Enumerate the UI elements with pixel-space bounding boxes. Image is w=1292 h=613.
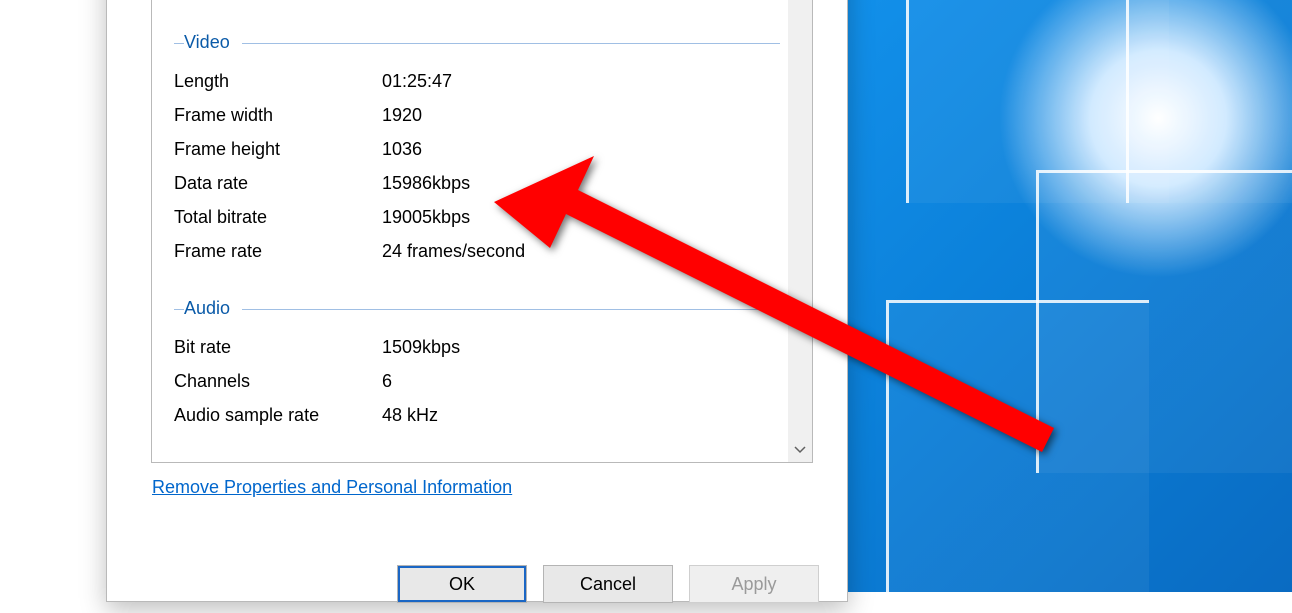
cancel-button[interactable]: Cancel — [543, 565, 673, 603]
properties-details-panel: Comments Video Length 01:25:47 Frame wid… — [151, 0, 813, 463]
video-frame-width-value: 1920 — [382, 105, 780, 126]
properties-dialog: Comments Video Length 01:25:47 Frame wid… — [106, 0, 848, 602]
audio-bit-rate-row[interactable]: Bit rate 1509kbps — [174, 330, 780, 364]
remove-properties-link[interactable]: Remove Properties and Personal Informati… — [152, 477, 512, 498]
video-section-heading: Video — [174, 32, 780, 54]
video-length-value: 01:25:47 — [382, 71, 780, 92]
audio-bit-rate-value: 1509kbps — [382, 337, 780, 358]
audio-bit-rate-label: Bit rate — [174, 337, 382, 358]
video-total-bitrate-row[interactable]: Total bitrate 19005kbps — [174, 200, 780, 234]
video-frame-height-label: Frame height — [174, 139, 382, 160]
properties-scroll-area: Comments Video Length 01:25:47 Frame wid… — [152, 0, 788, 462]
audio-section-heading: Audio — [174, 298, 780, 320]
audio-channels-row[interactable]: Channels 6 — [174, 364, 780, 398]
audio-sample-rate-value: 48 kHz — [382, 405, 780, 426]
ok-button[interactable]: OK — [397, 565, 527, 603]
video-data-rate-value: 15986kbps — [382, 173, 780, 194]
desktop-wallpaper — [846, 0, 1292, 592]
video-frame-rate-row[interactable]: Frame rate 24 frames/second — [174, 234, 780, 268]
video-frame-rate-value: 24 frames/second — [382, 241, 780, 262]
video-total-bitrate-label: Total bitrate — [174, 207, 382, 228]
video-frame-height-row[interactable]: Frame height 1036 — [174, 132, 780, 166]
video-length-row[interactable]: Length 01:25:47 — [174, 64, 780, 98]
audio-sample-rate-label: Audio sample rate — [174, 405, 382, 426]
scroll-down-button[interactable] — [788, 438, 812, 462]
video-frame-width-label: Frame width — [174, 105, 382, 126]
video-data-rate-row[interactable]: Data rate 15986kbps — [174, 166, 780, 200]
video-frame-width-row[interactable]: Frame width 1920 — [174, 98, 780, 132]
audio-channels-value: 6 — [382, 371, 780, 392]
audio-sample-rate-row[interactable]: Audio sample rate 48 kHz — [174, 398, 780, 432]
video-length-label: Length — [174, 71, 382, 92]
comments-row[interactable]: Comments — [174, 0, 780, 2]
audio-channels-label: Channels — [174, 371, 382, 392]
apply-button[interactable]: Apply — [689, 565, 819, 603]
video-frame-height-value: 1036 — [382, 139, 780, 160]
chevron-down-icon — [794, 446, 806, 454]
vertical-scrollbar[interactable] — [788, 0, 812, 462]
video-total-bitrate-value: 19005kbps — [382, 207, 780, 228]
dialog-button-bar: OK Cancel Apply — [107, 565, 847, 613]
video-frame-rate-label: Frame rate — [174, 241, 382, 262]
video-data-rate-label: Data rate — [174, 173, 382, 194]
